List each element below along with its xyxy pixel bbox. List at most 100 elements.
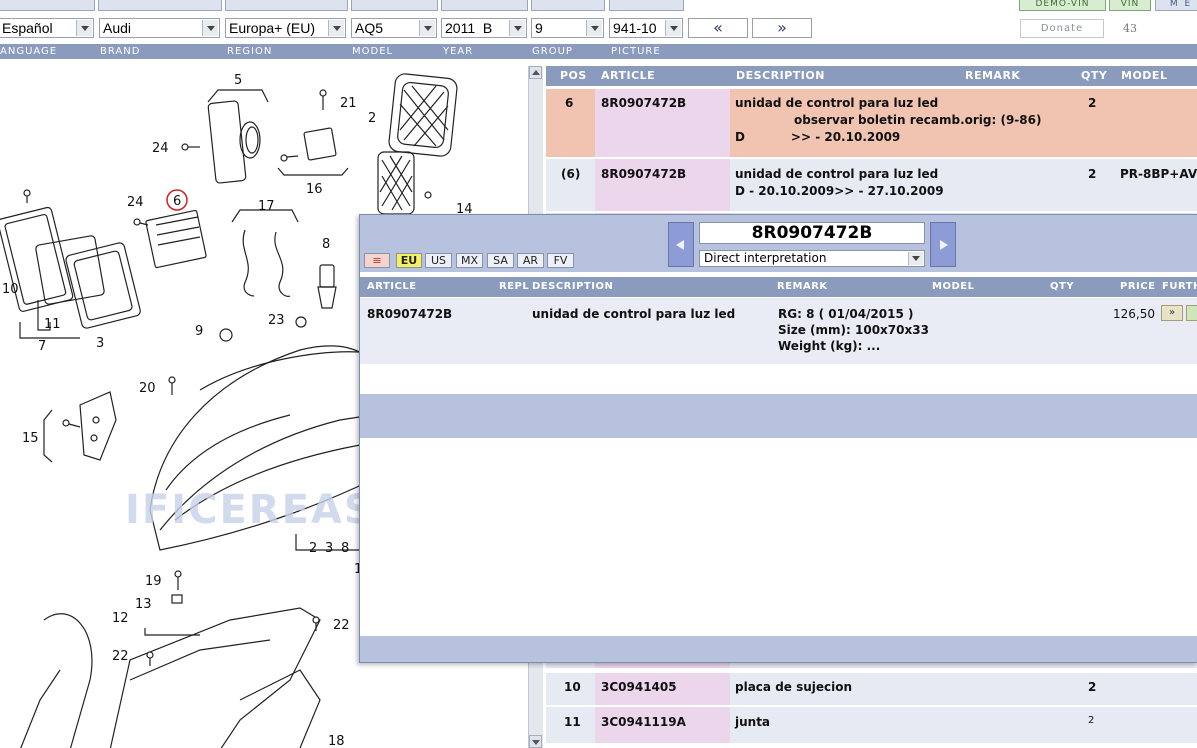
row-qty: 2	[1088, 715, 1095, 726]
top-tab-7[interactable]	[609, 0, 684, 11]
label-model: MODEL	[352, 46, 394, 57]
callout-13[interactable]: 13	[135, 597, 152, 612]
callout-23[interactable]: 23	[268, 313, 285, 328]
scroll-up-button[interactable]	[529, 66, 542, 79]
top-tab-2[interactable]	[98, 0, 222, 11]
callout-8[interactable]: 8	[322, 237, 330, 252]
demo-vin-button[interactable]: DEMO-VIN	[1019, 0, 1106, 11]
popup-col-further: FURTH	[1162, 281, 1197, 292]
callout-18[interactable]: 18	[328, 734, 345, 748]
more-info-button[interactable]: »	[1161, 305, 1183, 321]
callout-24-b[interactable]: 24	[127, 195, 144, 210]
popup-table-row[interactable]: 8R0907472B unidad de control para luz le…	[360, 298, 1197, 364]
label-region: REGION	[227, 46, 273, 57]
row-article[interactable]: 8R0907472B	[601, 167, 686, 181]
callout-7[interactable]: 7	[38, 339, 46, 354]
vin-button[interactable]: VIN	[1109, 0, 1151, 11]
callout-24-a[interactable]: 24	[152, 141, 169, 156]
group-value: 9	[535, 20, 543, 36]
top-tab-5[interactable]	[441, 0, 528, 11]
region-tag-ar[interactable]: AR	[517, 253, 544, 268]
row-model: PR-8BP+AV1	[1120, 167, 1197, 181]
region-select[interactable]: Europa+ (EU)	[225, 18, 346, 38]
callout-21[interactable]: 21	[340, 96, 357, 111]
region-tag-us[interactable]: US	[425, 253, 452, 268]
prev-picture-button[interactable]: «	[688, 18, 748, 38]
interpretation-value: Direct interpretation	[704, 251, 827, 265]
add-to-cart-button[interactable]	[1186, 305, 1197, 321]
next-picture-button[interactable]: »	[752, 18, 812, 38]
popup-header: ≡ EU US MX SA AR FV 8R0907472B Direct in…	[360, 215, 1197, 272]
callout-22-left[interactable]: 22	[112, 649, 129, 664]
callout-12[interactable]: 12	[112, 611, 129, 626]
row-description-note: observar boletin recamb.orig: (9-86)	[794, 113, 1042, 127]
top-tab-4[interactable]	[351, 0, 438, 11]
callout-2-bottom[interactable]: 2	[309, 541, 317, 556]
group-select[interactable]: 9	[531, 18, 604, 38]
callout-5[interactable]: 5	[234, 73, 242, 88]
row-description: unidad de control para luz led	[735, 167, 939, 181]
year-select[interactable]: 2011 B	[441, 18, 527, 38]
region-tag-sa[interactable]: SA	[487, 253, 514, 268]
row-article[interactable]: 3C0941119A	[601, 715, 686, 729]
table-row[interactable]: 11 3C0941119A junta 2	[546, 707, 1197, 743]
region-tag-mx[interactable]: MX	[456, 253, 483, 268]
callout-15[interactable]: 15	[22, 431, 39, 446]
col-model: MODEL	[1121, 69, 1168, 82]
popup-row-remark-rg: RG: 8 ( 01/04/2015 )	[778, 307, 914, 321]
callout-10[interactable]: 10	[2, 282, 19, 297]
label-language: ANGUAGE	[0, 46, 58, 57]
row-description-date: D >> - 20.10.2009	[735, 130, 901, 144]
next-article-button[interactable]	[930, 222, 956, 267]
interpretation-select[interactable]: Direct interpretation	[699, 250, 925, 267]
model-select[interactable]: AQ5	[351, 18, 437, 38]
top-tab-6[interactable]	[531, 0, 605, 11]
callout-17[interactable]: 17	[258, 199, 275, 214]
parts-table-header: POS ARTICLE DESCRIPTION REMARK QTY MODEL	[546, 66, 1197, 86]
scroll-down-button[interactable]	[529, 735, 542, 748]
callout-9[interactable]: 9	[195, 324, 203, 339]
col-pos: POS	[560, 69, 587, 82]
row-article[interactable]: 8R0907472B	[601, 96, 686, 110]
top-tab-1[interactable]	[0, 0, 95, 11]
row-article[interactable]: 3C0941405	[601, 680, 677, 694]
callout-11[interactable]: 11	[44, 317, 61, 332]
table-row[interactable]: 6 8R0907472B unidad de control para luz …	[546, 89, 1197, 157]
chevron-down-icon	[202, 20, 218, 36]
callout-3[interactable]: 3	[96, 336, 104, 351]
list-icon[interactable]: ≡	[364, 253, 390, 268]
callout-6[interactable]: 6	[173, 194, 181, 209]
callout-8-bottom[interactable]: 8	[341, 541, 349, 556]
chevron-down-icon	[76, 20, 92, 36]
callout-20[interactable]: 20	[139, 381, 156, 396]
prev-article-button[interactable]	[668, 222, 694, 267]
col-description: DESCRIPTION	[736, 69, 825, 82]
region-tag-fv[interactable]: FV	[547, 253, 574, 268]
callout-16[interactable]: 16	[306, 182, 323, 197]
brand-select[interactable]: Audi	[99, 18, 220, 38]
donate-button[interactable]: Donate	[1020, 19, 1104, 38]
callout-19[interactable]: 19	[145, 574, 162, 589]
chevron-down-icon	[419, 20, 435, 36]
row-qty: 2	[1088, 680, 1097, 694]
picture-select[interactable]: 941-10	[609, 18, 683, 38]
label-group: GROUP	[532, 46, 573, 57]
callout-22-right[interactable]: 22	[333, 618, 350, 633]
menu-button[interactable]: M E	[1155, 0, 1197, 11]
language-select[interactable]: Español	[0, 18, 94, 38]
table-row[interactable]: 10 3C0941405 placa de sujecion 2	[546, 673, 1197, 705]
callout-3-bottom[interactable]: 3	[325, 541, 333, 556]
popup-footer	[360, 636, 1197, 662]
table-row[interactable]: (6) 8R0907472B unidad de control para lu…	[546, 159, 1197, 211]
top-tab-3[interactable]	[225, 0, 348, 11]
popup-col-remark: REMARK	[777, 281, 828, 292]
model-value: AQ5	[355, 20, 384, 36]
year-value: 2011 B	[445, 20, 493, 36]
part-number-field[interactable]: 8R0907472B	[699, 222, 925, 244]
popup-col-description: DESCRIPTION	[532, 281, 614, 292]
popup-col-qty: QTY	[1050, 281, 1075, 292]
article-detail-popup: ≡ EU US MX SA AR FV 8R0907472B Direct in…	[359, 214, 1197, 663]
callout-2-top[interactable]: 2	[368, 111, 376, 126]
row-qty: 2	[1088, 96, 1097, 110]
region-tag-eu[interactable]: EU	[396, 253, 422, 268]
